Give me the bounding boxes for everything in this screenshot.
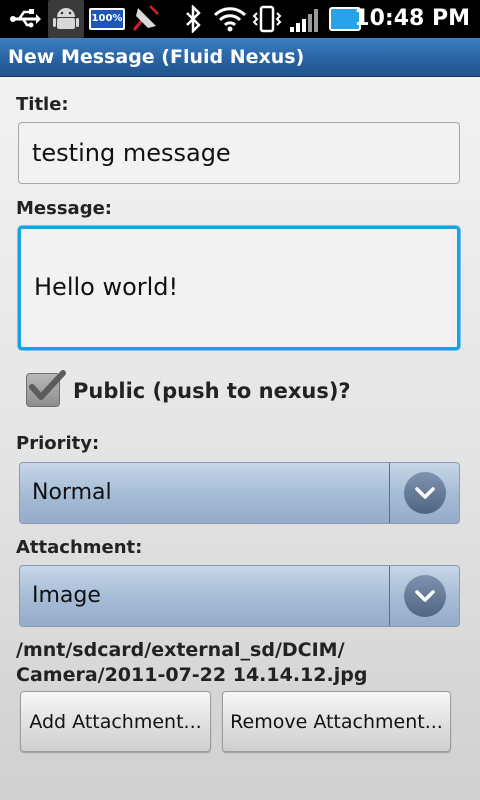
android-debug-icon [48, 0, 84, 38]
attachment-label: Attachment: [16, 537, 143, 558]
message-field-value: Hello world! [34, 273, 179, 301]
title-field[interactable]: testing message [18, 122, 460, 184]
wifi-icon [212, 0, 248, 38]
attachment-value: Image [32, 583, 101, 608]
status-bar: 100% 10:48 PM [0, 0, 480, 38]
checkmark-icon [29, 370, 66, 400]
satellite-icon [128, 0, 162, 38]
priority-spinner[interactable]: Normal [19, 462, 460, 524]
bluetooth-icon [180, 0, 206, 38]
attachment-path: /mnt/sdcard/external_sd/DCIM/ Camera/201… [16, 638, 466, 688]
battery-percent-icon: 100% [88, 0, 126, 38]
public-checkbox-label[interactable]: Public (push to nexus)? [73, 379, 351, 403]
title-field-value: testing message [32, 139, 231, 167]
vibrate-icon [252, 0, 282, 38]
spinner-divider [389, 463, 390, 523]
chevron-down-icon[interactable] [404, 472, 446, 514]
remove-attachment-button[interactable]: Remove Attachment... [222, 691, 451, 752]
chevron-down-icon[interactable] [404, 575, 446, 617]
priority-label: Priority: [16, 433, 100, 454]
attachment-path-line2: Camera/2011-07-22 14.14.12.jpg [16, 664, 368, 686]
public-checkbox[interactable] [26, 370, 66, 407]
spinner-divider [389, 566, 390, 626]
title-label: Title: [16, 94, 69, 115]
app-title-bar: New Message (Fluid Nexus) [0, 38, 480, 77]
message-label: Message: [16, 198, 112, 219]
signal-icon [288, 0, 324, 38]
usb-icon [8, 0, 44, 38]
app-title: New Message (Fluid Nexus) [8, 46, 305, 68]
priority-value: Normal [32, 480, 112, 505]
attachment-path-line1: /mnt/sdcard/external_sd/DCIM/ [16, 639, 345, 661]
message-field[interactable]: Hello world! [18, 226, 460, 350]
attachment-spinner[interactable]: Image [19, 565, 460, 627]
status-time: 10:48 PM [354, 6, 470, 31]
add-attachment-button[interactable]: Add Attachment... [20, 691, 211, 752]
